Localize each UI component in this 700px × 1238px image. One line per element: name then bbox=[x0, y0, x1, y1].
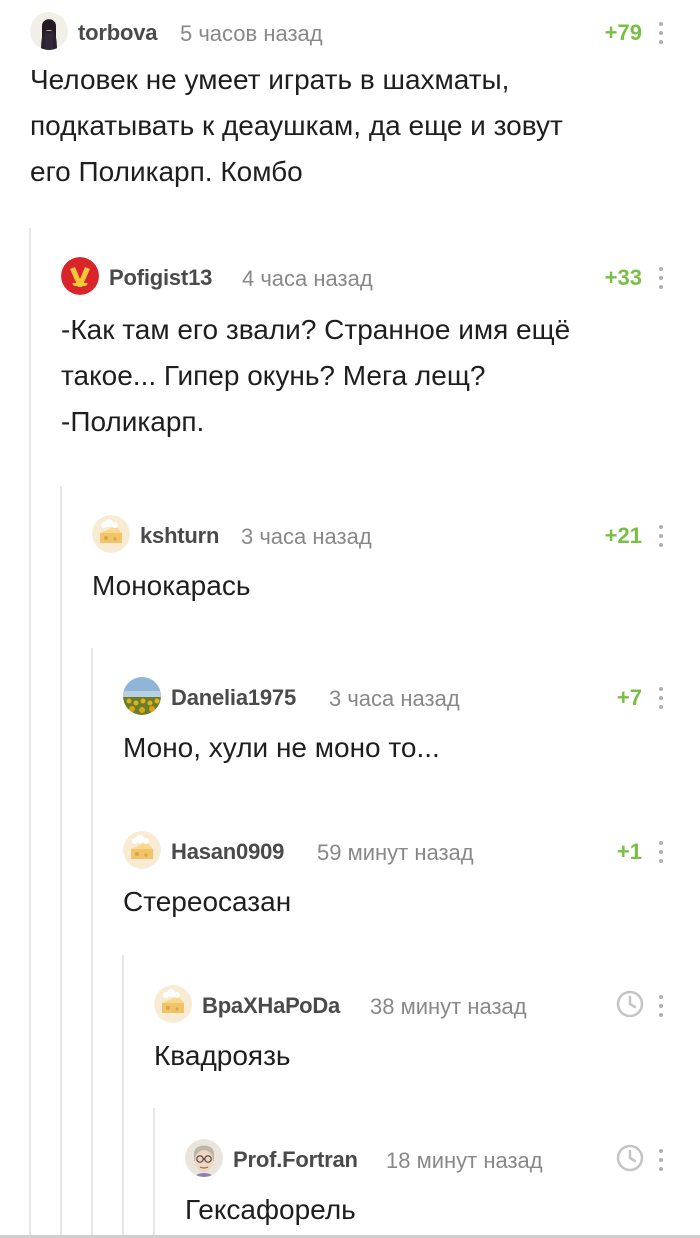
comment: Danelia1975 3 часа назад +7 Моно, хули н… bbox=[123, 677, 700, 777]
user-avatar-icon[interactable] bbox=[61, 257, 99, 295]
comment-time[interactable]: 3 часа назад bbox=[241, 524, 372, 550]
comment-time[interactable]: 18 минут назад bbox=[386, 1148, 543, 1174]
comment-time[interactable]: 5 часов назад bbox=[180, 21, 323, 47]
comment-header: Prof.Fortran 18 минут назад bbox=[185, 1139, 700, 1179]
thread-line-level-5 bbox=[153, 1108, 155, 1238]
comment-header: kshturn 3 часа назад +21 bbox=[92, 515, 700, 555]
thread-line-level-1 bbox=[29, 228, 31, 1238]
clock-icon bbox=[616, 990, 644, 1018]
comment: kshturn 3 часа назад +21 Монокарась bbox=[92, 515, 700, 615]
user-avatar-icon[interactable] bbox=[185, 1139, 223, 1177]
comment-text: Стереосазан bbox=[123, 886, 292, 917]
comment-rating: +33 bbox=[604, 265, 642, 290]
comment-rating: +79 bbox=[604, 20, 642, 45]
comment-header: Hasan0909 59 минут назад +1 bbox=[123, 831, 700, 871]
thread-line-level-4 bbox=[122, 955, 124, 1238]
comment-time[interactable]: 59 минут назад bbox=[317, 840, 474, 866]
more-options-icon[interactable] bbox=[658, 525, 664, 547]
user-avatar-icon[interactable] bbox=[123, 677, 161, 715]
more-options-icon[interactable] bbox=[658, 1149, 664, 1171]
user-avatar-icon[interactable] bbox=[123, 831, 161, 869]
more-options-icon[interactable] bbox=[658, 267, 664, 289]
comment: ВраХНаРоDа 38 минут назад Квадроязь bbox=[154, 985, 700, 1085]
more-options-icon[interactable] bbox=[658, 995, 664, 1017]
username-link[interactable]: kshturn bbox=[140, 523, 219, 549]
comment-header: Danelia1975 3 часа назад +7 bbox=[123, 677, 700, 717]
thread-line-level-2 bbox=[60, 486, 62, 1238]
comment-text: Квадроязь bbox=[154, 1040, 291, 1071]
comment-time[interactable]: 3 часа назад bbox=[329, 686, 460, 712]
more-options-icon[interactable] bbox=[658, 841, 664, 863]
comment-time[interactable]: 4 часа назад bbox=[242, 266, 373, 292]
comment-rating: +7 bbox=[616, 685, 642, 710]
username-link[interactable]: torbova bbox=[78, 20, 157, 46]
username-link[interactable]: Pofigist13 bbox=[109, 265, 212, 291]
comment-header: Pofigist13 4 часа назад +33 bbox=[61, 257, 700, 297]
comment-text: -Как там его звали? Странное имя ещё так… bbox=[61, 314, 571, 437]
comment: Prof.Fortran 18 минут назад Гексафорель bbox=[185, 1139, 700, 1238]
comment: Pofigist13 4 часа назад +33 -Как там его… bbox=[61, 257, 700, 457]
comment-text: Человек не умеет играть в шахматы, подка… bbox=[30, 64, 563, 187]
user-avatar-icon[interactable] bbox=[30, 12, 68, 50]
username-link[interactable]: ВраХНаРоDа bbox=[202, 993, 340, 1019]
comment-rating: +21 bbox=[604, 523, 642, 548]
comment-header: torbova 5 часов назад +79 bbox=[30, 12, 700, 52]
username-link[interactable]: Danelia1975 bbox=[171, 685, 296, 711]
username-link[interactable]: Prof.Fortran bbox=[233, 1147, 358, 1173]
comment: torbova 5 часов назад +79 Человек не уме… bbox=[30, 12, 700, 212]
username-link[interactable]: Hasan0909 bbox=[171, 839, 284, 865]
comment-time[interactable]: 38 минут назад bbox=[370, 994, 527, 1020]
comment-header: ВраХНаРоDа 38 минут назад bbox=[154, 985, 700, 1025]
more-options-icon[interactable] bbox=[658, 22, 664, 44]
comment-text: Гексафорель bbox=[185, 1194, 356, 1225]
comment-text: Моно, хули не моно то... bbox=[123, 732, 440, 763]
comment-text: Монокарась bbox=[92, 570, 251, 601]
user-avatar-icon[interactable] bbox=[154, 985, 192, 1023]
comment: Hasan0909 59 минут назад +1 Стереосазан bbox=[123, 831, 700, 931]
clock-icon bbox=[616, 1144, 644, 1172]
user-avatar-icon[interactable] bbox=[92, 515, 130, 553]
thread-line-level-3 bbox=[91, 648, 93, 1238]
comment-rating: +1 bbox=[616, 839, 642, 864]
more-options-icon[interactable] bbox=[658, 687, 664, 709]
